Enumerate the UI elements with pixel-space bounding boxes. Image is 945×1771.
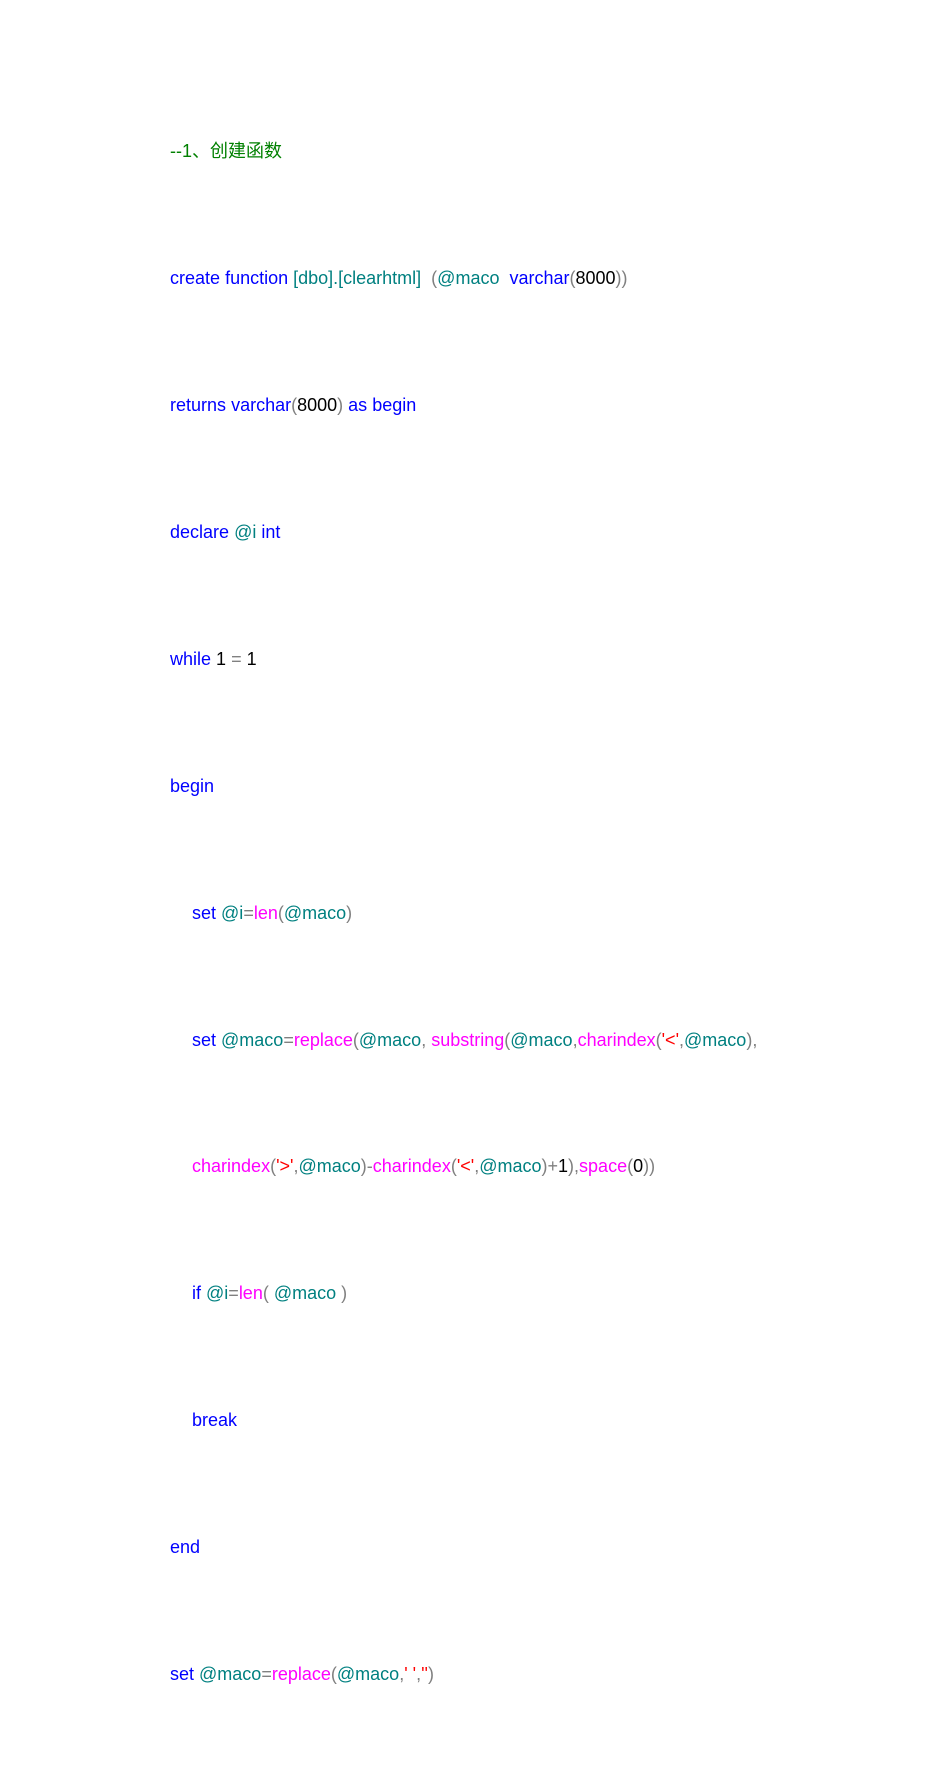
string: ' ' <box>404 1664 416 1684</box>
variable: @i <box>216 903 243 923</box>
string: '<' <box>457 1156 474 1176</box>
variable: @maco <box>269 1283 341 1303</box>
param: @maco <box>437 268 509 288</box>
sql-func: substring <box>431 1030 504 1050</box>
code-line: create function [dbo].[clearhtml] (@maco… <box>150 242 795 315</box>
variable: @maco <box>298 1156 360 1176</box>
code-line: charindex('>',@maco)-charindex('<',@maco… <box>150 1130 795 1203</box>
string: '>' <box>276 1156 293 1176</box>
sql-keyword: set <box>192 1030 216 1050</box>
sql-func: space <box>579 1156 627 1176</box>
text: 1 <box>242 649 257 669</box>
sql-keyword: create <box>170 268 220 288</box>
variable: @i <box>229 522 261 542</box>
operator: = <box>261 1664 272 1684</box>
variable: @maco <box>284 903 346 923</box>
identifier: [dbo].[clearhtml] <box>288 268 431 288</box>
variable: @maco <box>684 1030 746 1050</box>
sql-keyword: break <box>192 1410 237 1430</box>
punct: ), <box>568 1156 579 1176</box>
variable: @maco <box>359 1030 421 1050</box>
number: 0 <box>633 1156 643 1176</box>
code-line: set @i=len(@maco) <box>150 876 795 949</box>
code-document: --1、创建函数 create function [dbo].[clearhtm… <box>0 0 945 1771</box>
code-line: end <box>150 1511 795 1584</box>
sql-keyword: set <box>192 903 216 923</box>
sql-keyword: function <box>225 268 288 288</box>
punct: ) <box>346 903 352 923</box>
operator: + <box>548 1156 559 1176</box>
punct: )) <box>616 268 628 288</box>
code-line: begin <box>150 749 795 822</box>
number: 8000 <box>576 268 616 288</box>
variable: @maco <box>216 1030 283 1050</box>
code-line: declare @i int <box>150 496 795 569</box>
code-line: if @i=len( @maco ) <box>150 1257 795 1330</box>
operator: = <box>228 1283 239 1303</box>
variable: @maco <box>337 1664 399 1684</box>
code-line: while 1 = 1 <box>150 623 795 696</box>
sql-keyword: declare <box>170 522 229 542</box>
sql-keyword: begin <box>170 776 214 796</box>
sql-keyword: set <box>170 1664 194 1684</box>
text: 1 <box>211 649 231 669</box>
variable: @maco <box>479 1156 541 1176</box>
number: 8000 <box>297 395 337 415</box>
sql-keyword: as <box>348 395 367 415</box>
punct: )) <box>643 1156 655 1176</box>
sql-keyword: returns <box>170 395 226 415</box>
sql-keyword: while <box>170 649 211 669</box>
number: 1 <box>558 1156 568 1176</box>
sql-type: varchar <box>231 395 291 415</box>
sql-func: len <box>239 1283 263 1303</box>
sql-func: charindex <box>578 1030 656 1050</box>
operator: = <box>243 903 254 923</box>
sql-keyword: begin <box>372 395 416 415</box>
code-line: set @maco=replace(@maco,' ','') <box>150 1638 795 1711</box>
code-line: break <box>150 1384 795 1457</box>
code-line: returns varchar(8000) as begin <box>150 369 795 442</box>
sql-func: charindex <box>192 1156 270 1176</box>
sql-type: varchar <box>509 268 569 288</box>
sql-keyword: end <box>170 1537 200 1557</box>
sql-type: int <box>261 522 280 542</box>
punct: ) <box>341 1283 347 1303</box>
sql-func: len <box>254 903 278 923</box>
code-line: --1、创建函数 <box>150 115 795 188</box>
punct: ), <box>746 1030 757 1050</box>
code-line: set @maco=replace(@maco, substring(@maco… <box>150 1003 795 1076</box>
string: '<' <box>662 1030 679 1050</box>
string: '' <box>421 1664 428 1684</box>
sql-comment: --1、创建函数 <box>170 141 282 161</box>
sql-func: charindex <box>373 1156 451 1176</box>
variable: @i <box>201 1283 228 1303</box>
operator: = <box>283 1030 294 1050</box>
sql-func: replace <box>294 1030 353 1050</box>
operator: = <box>231 649 242 669</box>
sql-keyword: if <box>192 1283 201 1303</box>
sql-func: replace <box>272 1664 331 1684</box>
punct: ) <box>428 1664 434 1684</box>
variable: @maco <box>194 1664 261 1684</box>
variable: @maco <box>510 1030 572 1050</box>
